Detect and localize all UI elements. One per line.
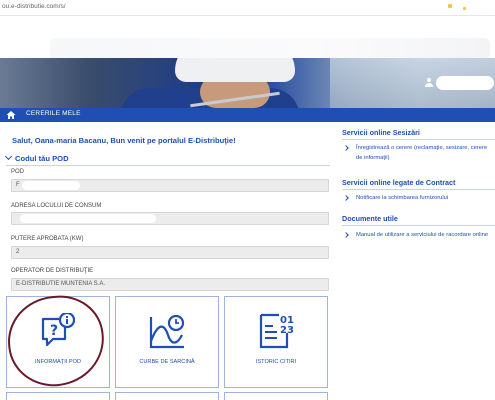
breadcrumb-cererile-mele[interactable]: CERERILE MELE	[26, 110, 81, 117]
redacted-header-area	[50, 38, 490, 60]
power-value: 2	[16, 249, 20, 255]
redacted-address	[20, 214, 156, 223]
url-text: ou.e-distributie.com/s/	[2, 3, 66, 10]
extension-icon[interactable]	[463, 7, 466, 10]
address-field	[11, 212, 329, 225]
field-label-pod: POD	[11, 169, 25, 175]
operator-value: E-DISTRIBUTIE MUNTENIA S.A.	[16, 281, 106, 287]
tile-curbe-de-sarcina[interactable]: CURBE DE SARCINĂ	[115, 296, 219, 388]
tile-label: ISTORIC CITIRI	[255, 359, 297, 365]
chevron-right-icon	[343, 232, 349, 238]
extension-icon[interactable]	[448, 4, 452, 8]
divider	[6, 165, 330, 166]
user-icon	[425, 78, 433, 88]
chevron-right-icon	[343, 195, 349, 201]
chevron-right-icon	[343, 145, 349, 151]
tile-partial[interactable]	[115, 392, 219, 400]
right-section-title-sesizari: Servicii online Sesizări	[342, 128, 420, 137]
home-icon[interactable]	[6, 110, 16, 120]
nav-bar: CERERILE MELE	[0, 108, 495, 122]
pod-section-title[interactable]: Codul tău POD	[4, 152, 69, 163]
pod-section-title-text: Codul tău POD	[15, 154, 69, 163]
tile-partial[interactable]	[6, 392, 110, 400]
address-bar[interactable]: ou.e-distributie.com/s/	[0, 0, 495, 16]
divider	[342, 139, 495, 140]
svg-text:23: 23	[280, 325, 294, 336]
site-header	[0, 16, 495, 60]
tile-istoric-citiri[interactable]: 01 23 ISTORIC CITIRI	[224, 296, 328, 388]
redacted-pod	[22, 181, 80, 190]
right-section-title-contract: Servicii online legate de Contract	[342, 178, 456, 187]
chevron-down-icon	[4, 152, 13, 161]
link-manual-utilizare[interactable]: Manual de utilizare a serviciului de rac…	[356, 230, 492, 240]
field-label-address: ADRESA LOCULUI DE CONSUM	[11, 203, 102, 209]
redacted-username	[436, 76, 494, 90]
load-curve-icon	[149, 314, 185, 349]
tile-partial[interactable]	[224, 392, 328, 400]
welcome-message: Salut, Oana-maria Bacanu, Bun venit pe p…	[12, 136, 236, 145]
pod-section: Codul tău POD POD F ADRESA LOCULUI DE CO…	[4, 152, 330, 292]
operator-field: E-DISTRIBUTIE MUNTENIA S.A.	[11, 278, 329, 291]
reading-history-icon: 01 23	[259, 313, 294, 349]
link-notificare-furnizor[interactable]: Notificare la schimbarea furnizorului	[356, 193, 492, 203]
divider	[342, 189, 495, 190]
power-field: 2	[11, 246, 329, 259]
hero-banner	[0, 58, 495, 108]
divider	[342, 225, 495, 226]
link-inregistreaza-cerere[interactable]: Înregistrează o cerere (reclamaţie, sesi…	[356, 143, 492, 163]
field-label-power: PUTERE APROBATA (kW)	[11, 236, 84, 242]
pod-value: F	[16, 182, 20, 188]
field-label-operator: OPERATOR DE DISTRIBUŢIE	[11, 268, 94, 274]
hero-helmet	[175, 58, 295, 82]
right-section-title-documente: Documente utile	[342, 214, 398, 223]
user-menu[interactable]	[423, 76, 495, 90]
pod-field: F	[11, 179, 329, 192]
tile-label: CURBE DE SARCINĂ	[139, 359, 195, 365]
